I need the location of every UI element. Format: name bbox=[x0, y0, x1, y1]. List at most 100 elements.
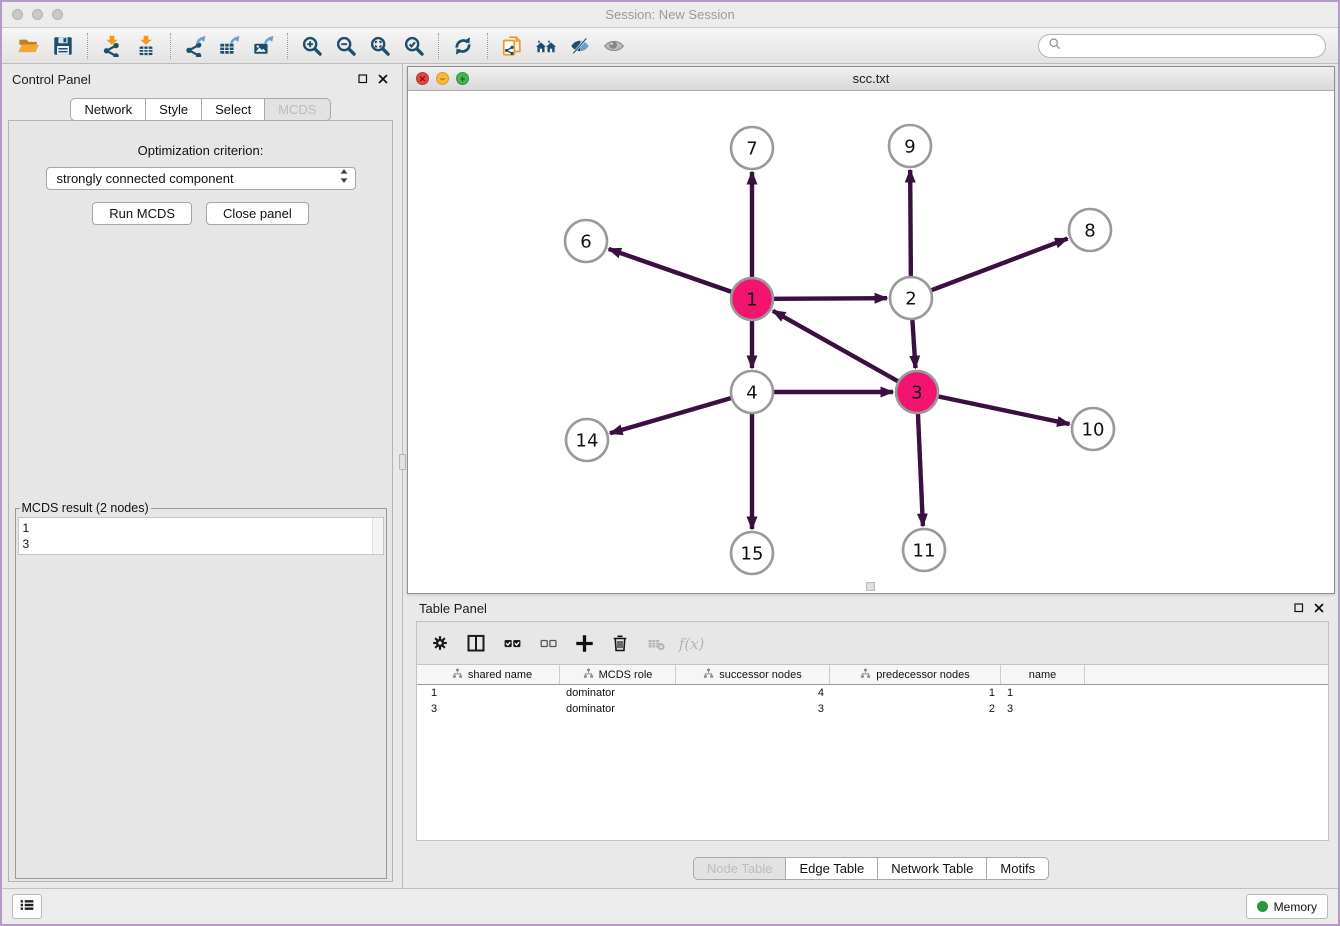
refresh-layout-icon[interactable] bbox=[446, 31, 480, 61]
sort-hierarchy-icon bbox=[703, 668, 714, 682]
mcds-result-node: 3 bbox=[23, 536, 379, 552]
edge-2-3[interactable] bbox=[912, 320, 915, 368]
table-row[interactable]: 3dominator323 bbox=[417, 701, 1328, 717]
delete-table-icon bbox=[641, 628, 671, 658]
import-table-icon[interactable] bbox=[129, 31, 163, 61]
float-panel-icon[interactable] bbox=[357, 73, 369, 85]
node-label-10: 10 bbox=[1082, 419, 1105, 440]
column-header-shared-name[interactable]: shared name bbox=[425, 665, 560, 684]
minimize-window-icon[interactable] bbox=[32, 9, 43, 20]
node-label-11: 11 bbox=[913, 540, 936, 561]
table-cell[interactable]: 4 bbox=[676, 687, 830, 699]
table-cell[interactable]: dominator bbox=[560, 703, 676, 715]
table-cell[interactable]: 1 bbox=[1001, 687, 1085, 699]
birdseye-view-icon[interactable] bbox=[597, 31, 631, 61]
zoom-fit-icon[interactable] bbox=[363, 31, 397, 61]
tab-select[interactable]: Select bbox=[201, 98, 264, 121]
status-bar: Memory bbox=[2, 888, 1338, 924]
column-header-name[interactable]: name bbox=[1001, 665, 1085, 684]
table-cell[interactable]: 3 bbox=[676, 703, 830, 715]
network-window-titlebar[interactable]: ✕ − + scc.txt bbox=[408, 67, 1334, 91]
network-close-icon[interactable]: ✕ bbox=[416, 72, 429, 85]
deselect-all-rows-icon[interactable] bbox=[533, 628, 563, 658]
canvas-resize-grip[interactable] bbox=[866, 582, 875, 591]
network-overview-icon[interactable] bbox=[529, 31, 563, 61]
float-table-panel-icon[interactable] bbox=[1293, 602, 1305, 614]
edge-3-10[interactable] bbox=[939, 397, 1070, 425]
table-cell[interactable]: 3 bbox=[425, 703, 560, 715]
export-table-icon[interactable] bbox=[212, 31, 246, 61]
node-label-14: 14 bbox=[576, 430, 599, 451]
task-history-button[interactable] bbox=[12, 894, 42, 919]
tab-mcds[interactable]: MCDS bbox=[264, 98, 330, 121]
network-maximize-icon[interactable]: + bbox=[456, 72, 469, 85]
control-panel-title: Control Panel bbox=[12, 72, 357, 87]
mcds-result-title: MCDS result (2 nodes) bbox=[20, 501, 151, 515]
criterion-select[interactable]: strongly connected component bbox=[46, 167, 356, 190]
close-panel-button[interactable]: Close panel bbox=[206, 202, 309, 225]
import-network-icon[interactable] bbox=[95, 31, 129, 61]
search-input[interactable] bbox=[1067, 39, 1317, 53]
add-column-icon[interactable] bbox=[569, 628, 599, 658]
table-cell[interactable]: 1 bbox=[425, 687, 560, 699]
node-label-1: 1 bbox=[746, 289, 757, 310]
run-mcds-button[interactable]: Run MCDS bbox=[92, 202, 192, 225]
tab-style[interactable]: Style bbox=[145, 98, 201, 121]
splitter-grip[interactable] bbox=[399, 454, 406, 470]
clone-network-icon[interactable] bbox=[495, 31, 529, 61]
tab-edge-table[interactable]: Edge Table bbox=[785, 857, 877, 880]
table-row[interactable]: 1dominator411 bbox=[417, 685, 1328, 701]
toggle-graphics-details-icon[interactable] bbox=[563, 31, 597, 61]
table-panel: Table Panel f(x) shared nameMCDS rolesuc… bbox=[407, 597, 1335, 888]
show-columns-icon[interactable] bbox=[461, 628, 491, 658]
export-network-icon[interactable] bbox=[178, 31, 212, 61]
network-canvas[interactable]: 7968124314101511 bbox=[408, 91, 1334, 593]
app-window: Session: New Session Control Panel Netwo… bbox=[0, 0, 1340, 926]
node-label-3: 3 bbox=[911, 382, 922, 403]
tab-motifs[interactable]: Motifs bbox=[986, 857, 1049, 880]
result-scrollbar[interactable] bbox=[372, 518, 383, 554]
column-header-MCDS-role[interactable]: MCDS role bbox=[560, 665, 676, 684]
table-toolbar: f(x) bbox=[417, 622, 1328, 664]
memory-button[interactable]: Memory bbox=[1246, 894, 1328, 919]
sort-hierarchy-icon bbox=[583, 668, 594, 682]
zoom-out-icon[interactable] bbox=[329, 31, 363, 61]
edge-3-11[interactable] bbox=[918, 414, 923, 526]
panel-splitter[interactable] bbox=[399, 64, 407, 888]
zoom-selected-icon[interactable] bbox=[397, 31, 431, 61]
titlebar: Session: New Session bbox=[2, 2, 1338, 28]
node-label-9: 9 bbox=[904, 136, 915, 157]
column-header-predecessor-nodes[interactable]: predecessor nodes bbox=[830, 665, 1001, 684]
zoom-in-icon[interactable] bbox=[295, 31, 329, 61]
close-panel-icon[interactable] bbox=[377, 73, 389, 85]
edge-2-8[interactable] bbox=[932, 239, 1068, 291]
edge-4-14[interactable] bbox=[610, 398, 731, 433]
edge-2-9[interactable] bbox=[910, 170, 911, 276]
mcds-result-list[interactable]: 13 bbox=[18, 517, 384, 555]
table-cell[interactable]: 1 bbox=[830, 687, 1001, 699]
edge-3-1[interactable] bbox=[773, 311, 898, 381]
edge-1-2[interactable] bbox=[774, 298, 887, 299]
table-cell[interactable]: 2 bbox=[830, 703, 1001, 715]
table-cell[interactable]: 3 bbox=[1001, 703, 1085, 715]
close-table-panel-icon[interactable] bbox=[1313, 602, 1325, 614]
delete-column-icon[interactable] bbox=[605, 628, 635, 658]
tab-node-table[interactable]: Node Table bbox=[693, 857, 786, 880]
tab-network[interactable]: Network bbox=[70, 98, 145, 121]
mcds-panel: Optimization criterion: strongly connect… bbox=[8, 120, 393, 882]
search-box[interactable] bbox=[1038, 34, 1326, 58]
tab-network-table[interactable]: Network Table bbox=[877, 857, 986, 880]
zoom-window-icon[interactable] bbox=[52, 9, 63, 20]
table-cell[interactable]: dominator bbox=[560, 687, 676, 699]
select-all-rows-icon[interactable] bbox=[497, 628, 527, 658]
save-session-icon[interactable] bbox=[46, 31, 80, 61]
open-session-icon[interactable] bbox=[12, 31, 46, 61]
column-header-successor-nodes[interactable]: successor nodes bbox=[676, 665, 830, 684]
edge-1-6[interactable] bbox=[609, 249, 732, 292]
table-options-gear-icon[interactable] bbox=[425, 628, 455, 658]
close-window-icon[interactable] bbox=[12, 9, 23, 20]
memory-status-icon bbox=[1257, 901, 1268, 912]
node-label-7: 7 bbox=[746, 138, 757, 159]
export-image-icon[interactable] bbox=[246, 31, 280, 61]
network-minimize-icon[interactable]: − bbox=[436, 72, 449, 85]
